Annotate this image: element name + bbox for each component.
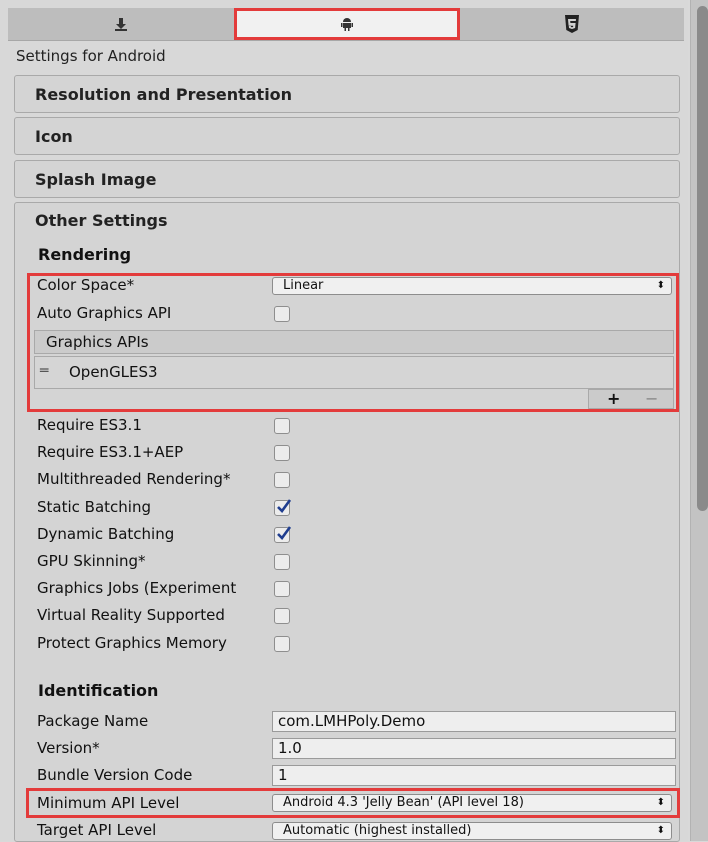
- html5-icon: [564, 15, 580, 33]
- target-api-value: Automatic (highest installed): [283, 823, 472, 838]
- option-checkbox[interactable]: [274, 554, 290, 570]
- option-checkbox[interactable]: [274, 608, 290, 624]
- dropdown-arrow-icon: ⬍: [656, 825, 665, 836]
- checkmark-icon: [277, 499, 292, 513]
- option-label: Dynamic Batching: [37, 525, 175, 543]
- option-label: Require ES3.1+AEP: [37, 443, 184, 461]
- graphics-highlight-box: [27, 273, 679, 412]
- target-api-dropdown[interactable]: Automatic (highest installed) ⬍: [272, 822, 672, 840]
- splash-section[interactable]: Splash Image: [14, 160, 680, 198]
- option-checkbox[interactable]: [274, 418, 290, 434]
- package-name-label: Package Name: [37, 712, 149, 730]
- icon-title: Icon: [35, 127, 73, 146]
- splash-title: Splash Image: [35, 170, 157, 189]
- settings-header: Settings for Android: [16, 47, 166, 65]
- package-name-field[interactable]: com.LMHPoly.Demo: [272, 711, 676, 732]
- option-label: Graphics Jobs (Experiment: [37, 579, 237, 597]
- platform-tabs: [8, 8, 684, 41]
- target-api-label: Target API Level: [37, 821, 157, 839]
- option-label: GPU Skinning*: [37, 552, 146, 570]
- option-label: Protect Graphics Memory: [37, 634, 227, 652]
- checkmark-icon: [277, 526, 292, 540]
- version-field[interactable]: 1.0: [272, 738, 676, 759]
- option-checkbox[interactable]: [274, 472, 290, 488]
- bundle-version-field[interactable]: 1: [272, 765, 676, 786]
- option-checkbox[interactable]: [274, 581, 290, 597]
- tab-android[interactable]: [234, 8, 460, 40]
- icon-section[interactable]: Icon: [14, 117, 680, 155]
- bundle-version-label: Bundle Version Code: [37, 766, 193, 784]
- option-label: Multithreaded Rendering*: [37, 470, 231, 488]
- resolution-title: Resolution and Presentation: [35, 85, 293, 104]
- min-api-highlight-box: [26, 788, 680, 818]
- option-checkbox[interactable]: [274, 526, 292, 543]
- scrollbar-thumb[interactable]: [697, 6, 708, 511]
- option-checkbox[interactable]: [274, 636, 290, 652]
- other-settings-title[interactable]: Other Settings: [35, 211, 167, 230]
- rendering-heading: Rendering: [38, 245, 132, 264]
- option-label: Static Batching: [37, 498, 151, 516]
- android-icon: [341, 17, 353, 31]
- version-label: Version*: [37, 739, 100, 757]
- inspector-panel: Settings for Android Resolution and Pres…: [0, 0, 688, 842]
- tab-webgl[interactable]: [460, 8, 684, 40]
- tab-standalone[interactable]: [8, 8, 234, 40]
- download-icon: [114, 17, 128, 31]
- identification-heading: Identification: [38, 681, 159, 700]
- option-checkbox[interactable]: [274, 445, 290, 461]
- resolution-section[interactable]: Resolution and Presentation: [14, 75, 680, 113]
- option-label: Require ES3.1: [37, 416, 142, 434]
- option-checkbox[interactable]: [274, 499, 292, 516]
- option-label: Virtual Reality Supported: [37, 606, 225, 624]
